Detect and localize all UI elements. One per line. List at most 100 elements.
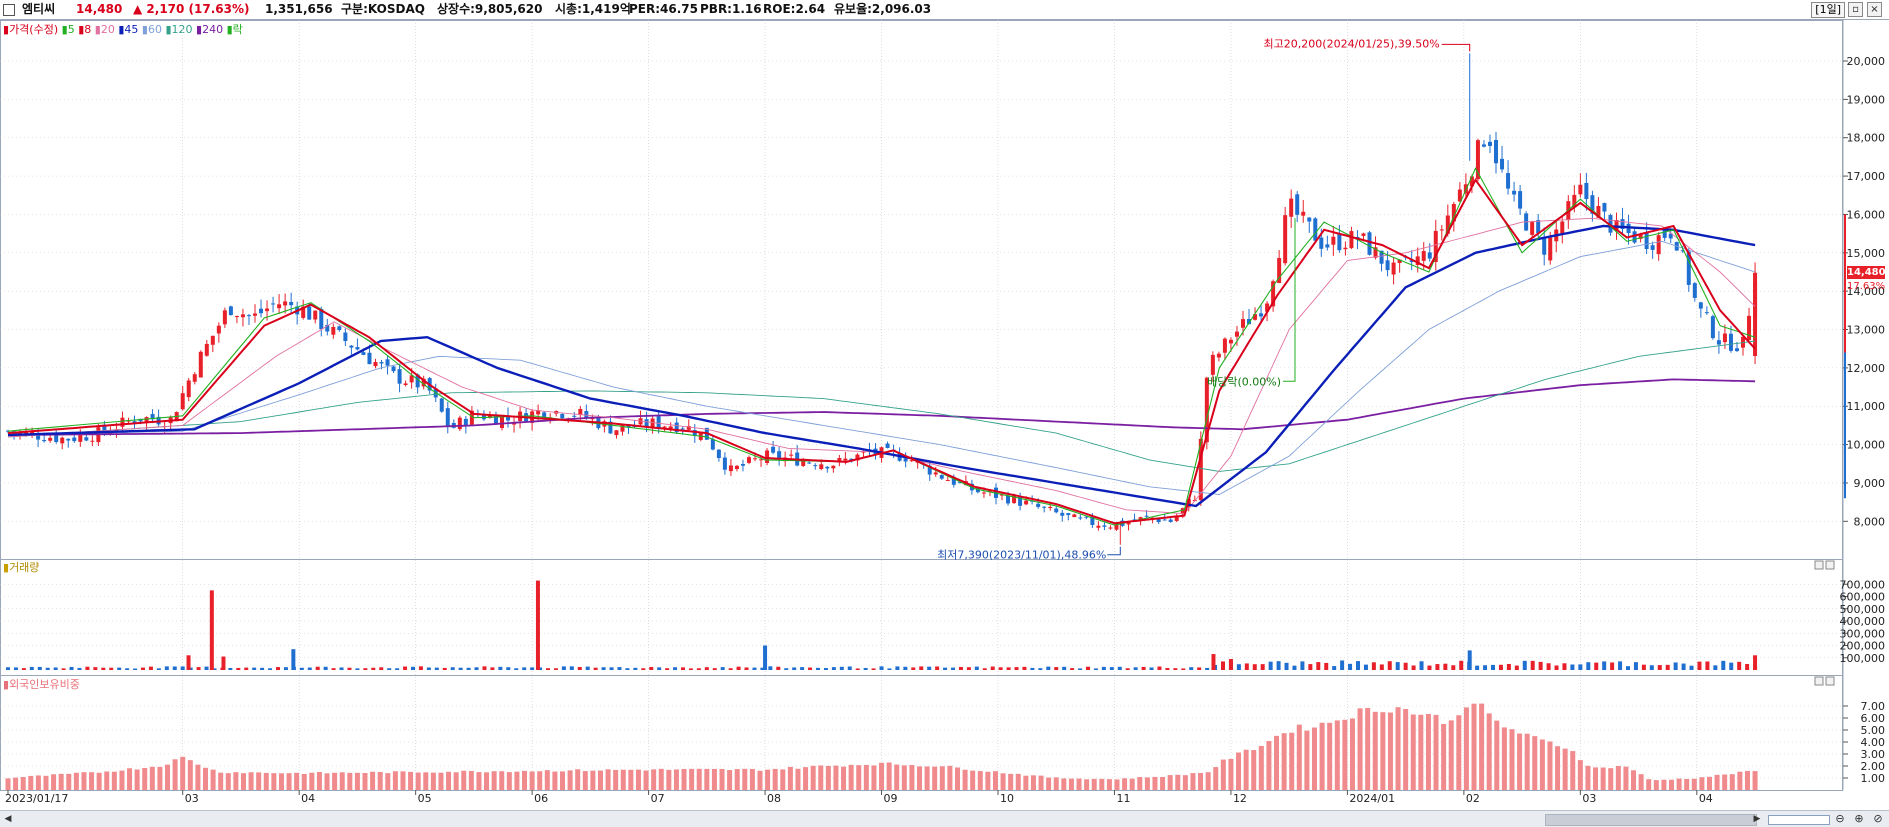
foreign-ratio-bar (514, 771, 520, 790)
candle-body (813, 465, 818, 467)
scroll-left-arrow-icon[interactable]: ◀ (2, 813, 14, 825)
x-tick-label: 03 (185, 792, 199, 805)
foreign-ratio-bar (1653, 780, 1659, 790)
volume-bar (641, 668, 646, 670)
volume-spike-bar (1467, 650, 1472, 670)
foreign-ratio-bar (1517, 733, 1523, 790)
x-tick-label: 02 (1466, 792, 1480, 805)
foreign-ratio-bar (1342, 719, 1348, 790)
candle-body (192, 374, 197, 382)
candle-body (397, 369, 402, 384)
foreign-ratio-bar (1706, 776, 1712, 790)
foreign-ratio-bar (1190, 773, 1196, 790)
stock-chart[interactable]: 2023/01/17 03 04 05 06 07 08 09 10 11 12 2024/01 02 0… (0, 0, 1889, 810)
volume-bar (990, 666, 995, 670)
candle-body (1367, 232, 1372, 255)
foreign-ratio-bar (1623, 766, 1629, 790)
volume-bar (1197, 667, 1202, 670)
volume-bar (156, 668, 161, 670)
price-tick-label: 8,000 (1854, 515, 1886, 528)
foreign-ratio-bar (20, 777, 26, 790)
foreign-ratio-bar (165, 764, 171, 790)
candle-body (584, 411, 589, 418)
volume-bar (1514, 665, 1519, 670)
volume-bar (1022, 666, 1027, 670)
volume-bar (1618, 661, 1623, 670)
foreign-ratio-bar (879, 762, 885, 790)
candle-body (1048, 506, 1053, 509)
candle-body (1319, 237, 1324, 249)
foreign-ratio-bar (1691, 778, 1697, 790)
candle-body (373, 361, 378, 367)
candle-body (722, 457, 727, 470)
candle-body (313, 310, 318, 320)
candle-body (1240, 319, 1245, 328)
zoom-reset-icon[interactable]: ⊘ (1871, 812, 1885, 826)
zoom-in-icon[interactable]: ⊕ (1852, 812, 1866, 826)
foreign-ratio-bar (560, 771, 566, 790)
volume-bar (903, 666, 908, 670)
volume-bar (823, 668, 828, 670)
foreign-ratio-bar (89, 772, 95, 790)
volume-bar (943, 667, 948, 670)
volume-bar (1276, 661, 1281, 670)
volume-bar (1522, 660, 1527, 670)
foreign-ratio-bar (795, 768, 801, 790)
foreign-ratio-bar (643, 770, 649, 790)
foreign-ratio-bar (1433, 714, 1439, 790)
chart-scrollbar[interactable]: ◀ ▶ ⊖ ⊕ ⊘ (0, 810, 1889, 827)
volume-bar (1157, 666, 1162, 670)
foreign-ratio-bar (210, 769, 216, 790)
zoom-out-icon[interactable]: ⊖ (1833, 812, 1847, 826)
candle-body (445, 408, 450, 426)
volume-bar (1236, 664, 1241, 670)
foreign-ratio-bar (149, 766, 155, 790)
foreign-ratio-bar (1615, 765, 1621, 790)
scroll-right-arrow-icon[interactable]: ▶ (1751, 813, 1763, 825)
volume-bar (1475, 665, 1480, 670)
foreign-ratio-bar (354, 772, 360, 790)
foreign-ratio-bar (863, 764, 869, 790)
foreign-ratio-bar (1038, 775, 1044, 790)
volume-bar (148, 666, 153, 670)
foreign-ratio-bar (924, 766, 930, 790)
foreign-ratio-bar (256, 772, 262, 790)
foreign-ratio-bar (620, 769, 626, 790)
scroll-range-indicator[interactable] (1768, 815, 1830, 825)
candle-body (1704, 312, 1709, 314)
volume-bar (276, 667, 280, 670)
volume-bar (1665, 664, 1670, 670)
volume-bar (577, 666, 582, 670)
scroll-thumb[interactable] (1545, 814, 1757, 826)
foreign-ratio-bar (841, 766, 847, 790)
foreign-ratio-bar (1129, 778, 1135, 790)
candle-body (909, 460, 914, 462)
candle-body (1313, 218, 1318, 241)
candle-body (186, 380, 191, 398)
foreign-ratio-bar (385, 773, 391, 790)
foreign-ratio-bar (666, 769, 672, 790)
foreign-ratio-bar (1722, 774, 1728, 790)
volume-bar (498, 666, 503, 670)
foreign-ratio-bar (73, 772, 79, 790)
volume-bar (1316, 662, 1321, 670)
foreign-ratio-bar (446, 771, 452, 790)
foreign-ratio-bar (1562, 748, 1568, 790)
candle-body (1734, 348, 1739, 352)
candle-body (1481, 144, 1486, 147)
price-tick-label: 13,000 (1847, 324, 1886, 337)
candle-body (391, 366, 396, 372)
candle-body (234, 315, 239, 318)
foreign-ratio-bar (499, 771, 505, 790)
foreign-ratio-bar (294, 772, 300, 790)
volume-bar (395, 668, 400, 670)
foreign-ratio-bar (1008, 773, 1014, 790)
candle-body (789, 454, 794, 456)
volume-bar (1109, 667, 1114, 670)
volume-bar (1101, 666, 1106, 670)
candle-body (457, 417, 462, 430)
candle-body (1361, 233, 1366, 236)
foreign-ratio-bar (1425, 713, 1431, 790)
foreign-ratio-bar (1395, 707, 1401, 790)
volume-bar (307, 667, 312, 670)
